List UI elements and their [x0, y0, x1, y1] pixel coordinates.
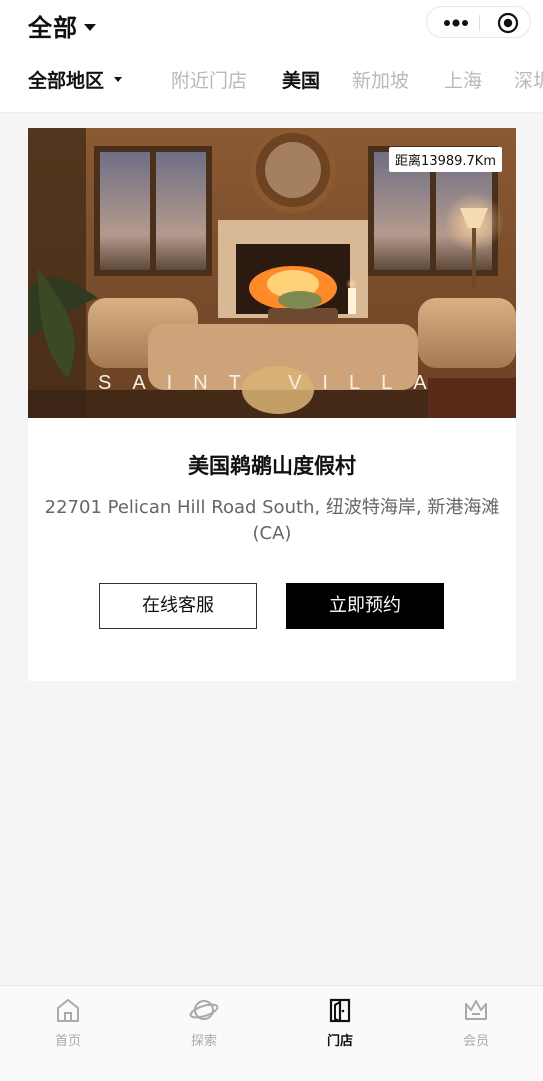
more-dots-icon[interactable]	[441, 13, 471, 33]
store-address: 22701 Pelican Hill Road South, 纽波特海岸, 新港…	[44, 497, 500, 544]
nav-home-label: 首页	[54, 1034, 81, 1049]
tab-singapore[interactable]: 新加坡	[352, 66, 409, 93]
crown-icon	[465, 1000, 487, 1020]
nav-member[interactable]: 会员	[408, 996, 543, 1049]
planet-icon	[189, 1000, 219, 1020]
distance-badge: 距离13989.7Km	[389, 147, 502, 172]
store-hero-image[interactable]: 距离13989.7Km SAINT VILLA	[28, 128, 516, 418]
book-now-button[interactable]: 立即预约	[286, 583, 444, 629]
tab-shenzhen[interactable]: 深圳	[514, 66, 543, 93]
nav-home[interactable]: 首页	[0, 996, 136, 1049]
chevron-down-icon	[84, 23, 96, 31]
nav-store[interactable]: 门店	[272, 996, 408, 1049]
nav-store-label: 门店	[326, 1034, 353, 1049]
region-dropdown-label: 全部地区	[28, 70, 105, 92]
page-title-text: 全部	[28, 14, 78, 42]
chevron-down-icon	[114, 77, 123, 82]
bottom-tab-bar: 首页 探索 门店 会员	[0, 985, 543, 1081]
online-service-button[interactable]: 在线客服	[99, 583, 257, 629]
home-icon	[57, 999, 79, 1022]
nav-explore-label: 探索	[190, 1034, 217, 1049]
nav-member-label: 会员	[462, 1034, 489, 1049]
nav-explore[interactable]: 探索	[136, 996, 272, 1049]
door-icon	[329, 998, 351, 1023]
region-dropdown[interactable]: 全部地区	[28, 66, 123, 93]
hero-overlay-text: SAINT VILLA	[98, 372, 448, 394]
page-title[interactable]: 全部	[28, 8, 96, 43]
region-filter-bar: 全部地区 附近门店 美国 新加坡 上海 深圳	[0, 50, 543, 113]
tab-shanghai[interactable]: 上海	[444, 66, 482, 93]
target-circle-icon[interactable]	[497, 12, 519, 34]
tab-usa[interactable]: 美国	[282, 66, 320, 93]
store-name: 美国鹈鹕山度假村	[188, 454, 356, 478]
mini-program-capsule	[426, 6, 531, 38]
capsule-divider	[479, 15, 480, 31]
top-bar: 全部	[0, 0, 543, 50]
tab-nearby[interactable]: 附近门店	[171, 66, 247, 93]
store-card: 距离13989.7Km SAINT VILLA 美国鹈鹕山度假村 22701 P…	[28, 128, 516, 681]
